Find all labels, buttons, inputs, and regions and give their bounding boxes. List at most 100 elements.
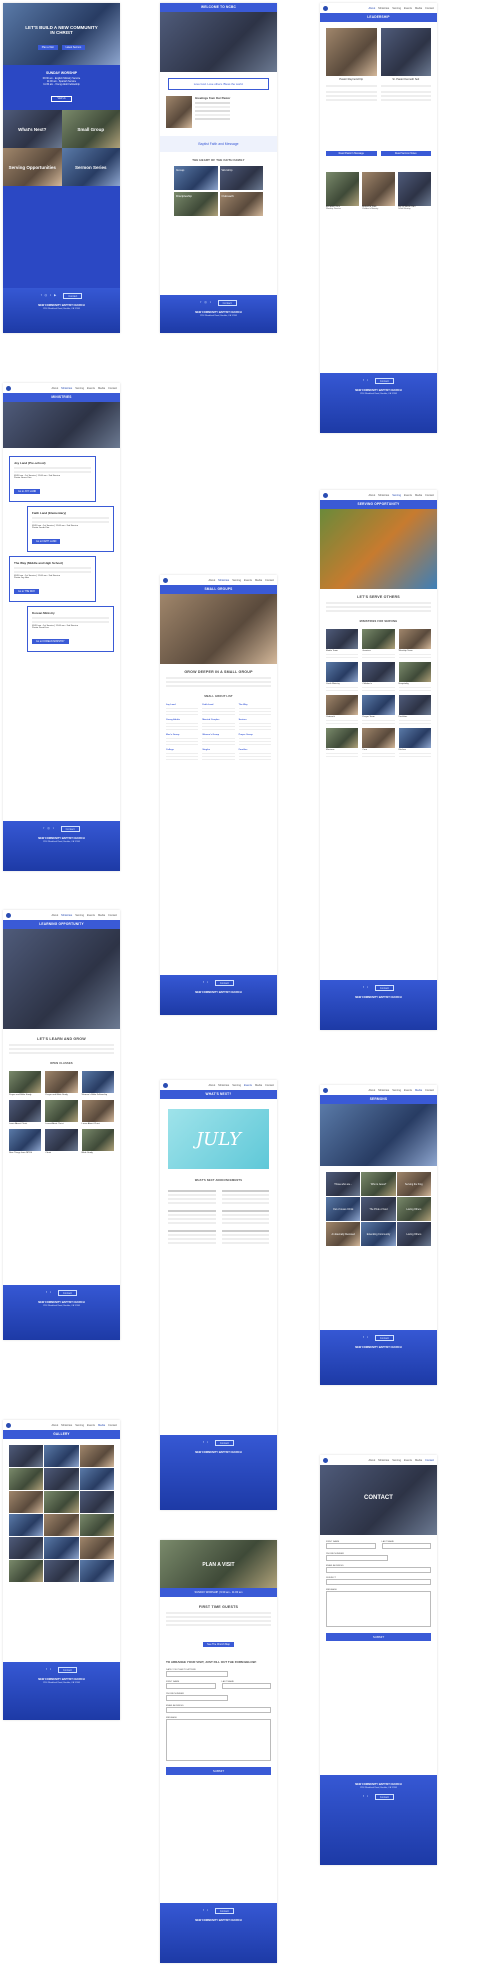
group-card[interactable]: Seniors — [238, 719, 271, 730]
announcement-item[interactable] — [168, 1190, 216, 1204]
ministry-button[interactable]: Go to JOY LAND — [14, 489, 41, 494]
facebook-icon[interactable]: f — [43, 826, 44, 832]
logo[interactable] — [163, 1082, 168, 1088]
email-field[interactable] — [326, 1567, 431, 1573]
first-name-field[interactable] — [166, 1683, 216, 1689]
gallery-photo[interactable] — [79, 1514, 114, 1536]
logo[interactable] — [323, 1087, 328, 1093]
sermon-series-tile[interactable]: Sermon Series — [61, 148, 120, 186]
nav-ministries[interactable]: Ministries — [378, 1089, 389, 1092]
gallery-photo[interactable] — [44, 1537, 79, 1559]
nav-about[interactable]: About — [52, 1424, 59, 1427]
youtube-icon[interactable]: ▶ — [54, 293, 56, 299]
date-field[interactable] — [166, 1671, 228, 1677]
facebook-icon[interactable]: f — [203, 980, 204, 986]
gallery-photo[interactable] — [44, 1560, 79, 1582]
nav-serving[interactable]: Serving — [75, 387, 84, 390]
serving-card[interactable]: Youth Ministry — [326, 662, 359, 691]
message-field[interactable] — [326, 1591, 431, 1627]
phone-field[interactable] — [326, 1555, 388, 1561]
nav-events[interactable]: Events — [404, 1089, 412, 1092]
gallery-photo[interactable] — [79, 1468, 114, 1490]
sermon-tile[interactable]: Out of Jesus Christ — [326, 1197, 361, 1221]
announcement-item[interactable] — [221, 1210, 269, 1224]
group-card[interactable]: Faith Land — [202, 704, 235, 715]
twitter-icon[interactable]: t — [207, 1440, 208, 1446]
twitter-icon[interactable]: t — [367, 1335, 368, 1341]
group-card[interactable]: Joy Land — [166, 704, 199, 715]
nav-about[interactable]: About — [369, 7, 376, 10]
gallery-photo[interactable] — [9, 1514, 44, 1536]
last-name-field[interactable] — [221, 1683, 271, 1689]
group-card[interactable]: College — [166, 749, 199, 760]
gallery-photo[interactable] — [44, 1468, 79, 1490]
serving-card[interactable]: Facilities — [398, 695, 431, 724]
contact-button[interactable]: Contact — [214, 1908, 234, 1914]
facebook-icon[interactable]: f — [200, 300, 201, 306]
facebook-icon[interactable]: f — [203, 1440, 204, 1446]
nav-events[interactable]: Events — [244, 579, 252, 582]
logo[interactable] — [6, 385, 11, 391]
logo[interactable] — [323, 1457, 328, 1463]
twitter-icon[interactable]: t — [50, 1290, 51, 1296]
serving-card[interactable]: Greeters — [362, 629, 395, 658]
nav-serving[interactable]: Serving — [392, 7, 401, 10]
nav-contact[interactable]: Contact — [108, 914, 117, 917]
nav-serving[interactable]: Serving — [232, 1084, 241, 1087]
gallery-photo[interactable] — [9, 1537, 44, 1559]
facebook-icon[interactable]: f — [363, 1335, 364, 1341]
serving-card[interactable]: Care — [362, 728, 395, 757]
submit-button[interactable]: SUBMIT — [326, 1633, 431, 1641]
nav-events[interactable]: Events — [87, 387, 95, 390]
group-card[interactable]: Young Adults — [166, 719, 199, 730]
group-card[interactable]: The Way — [238, 704, 271, 715]
logo[interactable] — [6, 1422, 11, 1428]
group-card[interactable]: Women's Group — [202, 734, 235, 745]
gallery-photo[interactable] — [9, 1491, 44, 1513]
nav-ministries[interactable]: Ministries — [218, 1084, 229, 1087]
facebook-icon[interactable]: f — [41, 293, 42, 299]
gallery-photo[interactable] — [9, 1445, 44, 1467]
nav-about[interactable]: About — [52, 387, 59, 390]
class-card[interactable]: Women's Bible Fellowship — [81, 1071, 114, 1096]
serving-card[interactable]: Outreach — [326, 695, 359, 724]
class-card[interactable]: Learn About Christ — [81, 1100, 114, 1125]
nav-serving[interactable]: Serving — [75, 914, 84, 917]
facebook-icon[interactable]: f — [363, 378, 364, 384]
logo[interactable] — [323, 492, 328, 498]
class-card[interactable]: Christ — [45, 1129, 78, 1154]
contact-button[interactable]: Contact — [214, 980, 234, 986]
gallery-photo[interactable] — [9, 1468, 44, 1490]
nav-serving[interactable]: Serving — [392, 1459, 401, 1462]
contact-button[interactable]: Contact — [374, 378, 394, 384]
instagram-icon[interactable]: ◎ — [45, 293, 48, 299]
twitter-icon[interactable]: t — [367, 378, 368, 384]
subject-field[interactable] — [326, 1579, 431, 1585]
logo[interactable] — [163, 577, 168, 583]
facebook-icon[interactable]: f — [203, 1908, 204, 1914]
nav-about[interactable]: About — [52, 914, 59, 917]
last-name-field[interactable] — [381, 1543, 431, 1549]
nav-events[interactable]: Events — [244, 1084, 252, 1087]
nav-ministries[interactable]: Ministries — [378, 7, 389, 10]
contact-button[interactable]: Contact — [374, 1335, 394, 1341]
instagram-icon[interactable]: ◎ — [204, 300, 207, 306]
message-field[interactable] — [166, 1719, 271, 1761]
submit-button[interactable]: SUBMIT — [166, 1767, 271, 1775]
facebook-icon[interactable]: f — [46, 1667, 47, 1673]
gallery-photo[interactable] — [44, 1514, 79, 1536]
sermon-tile[interactable]: An Eternally Restored — [326, 1222, 361, 1246]
twitter-icon[interactable]: t — [53, 826, 54, 832]
nav-ministries[interactable]: Ministries — [378, 1459, 389, 1462]
serving-card[interactable]: Prayer Team — [362, 695, 395, 724]
contact-button[interactable]: Contact — [60, 826, 80, 832]
phone-field[interactable] — [166, 1695, 228, 1701]
class-card[interactable]: Prayer and Bible Study — [45, 1071, 78, 1096]
visit-us-button[interactable]: Visit Us — [51, 95, 72, 102]
nav-media[interactable]: Media — [98, 914, 105, 917]
nav-events[interactable]: Events — [87, 1424, 95, 1427]
contact-button[interactable]: Contact — [57, 1667, 77, 1673]
pastor-button[interactable]: Read Sermon Notes — [380, 151, 431, 156]
gallery-photo[interactable] — [79, 1560, 114, 1582]
contact-button[interactable]: Contact — [214, 1440, 234, 1446]
